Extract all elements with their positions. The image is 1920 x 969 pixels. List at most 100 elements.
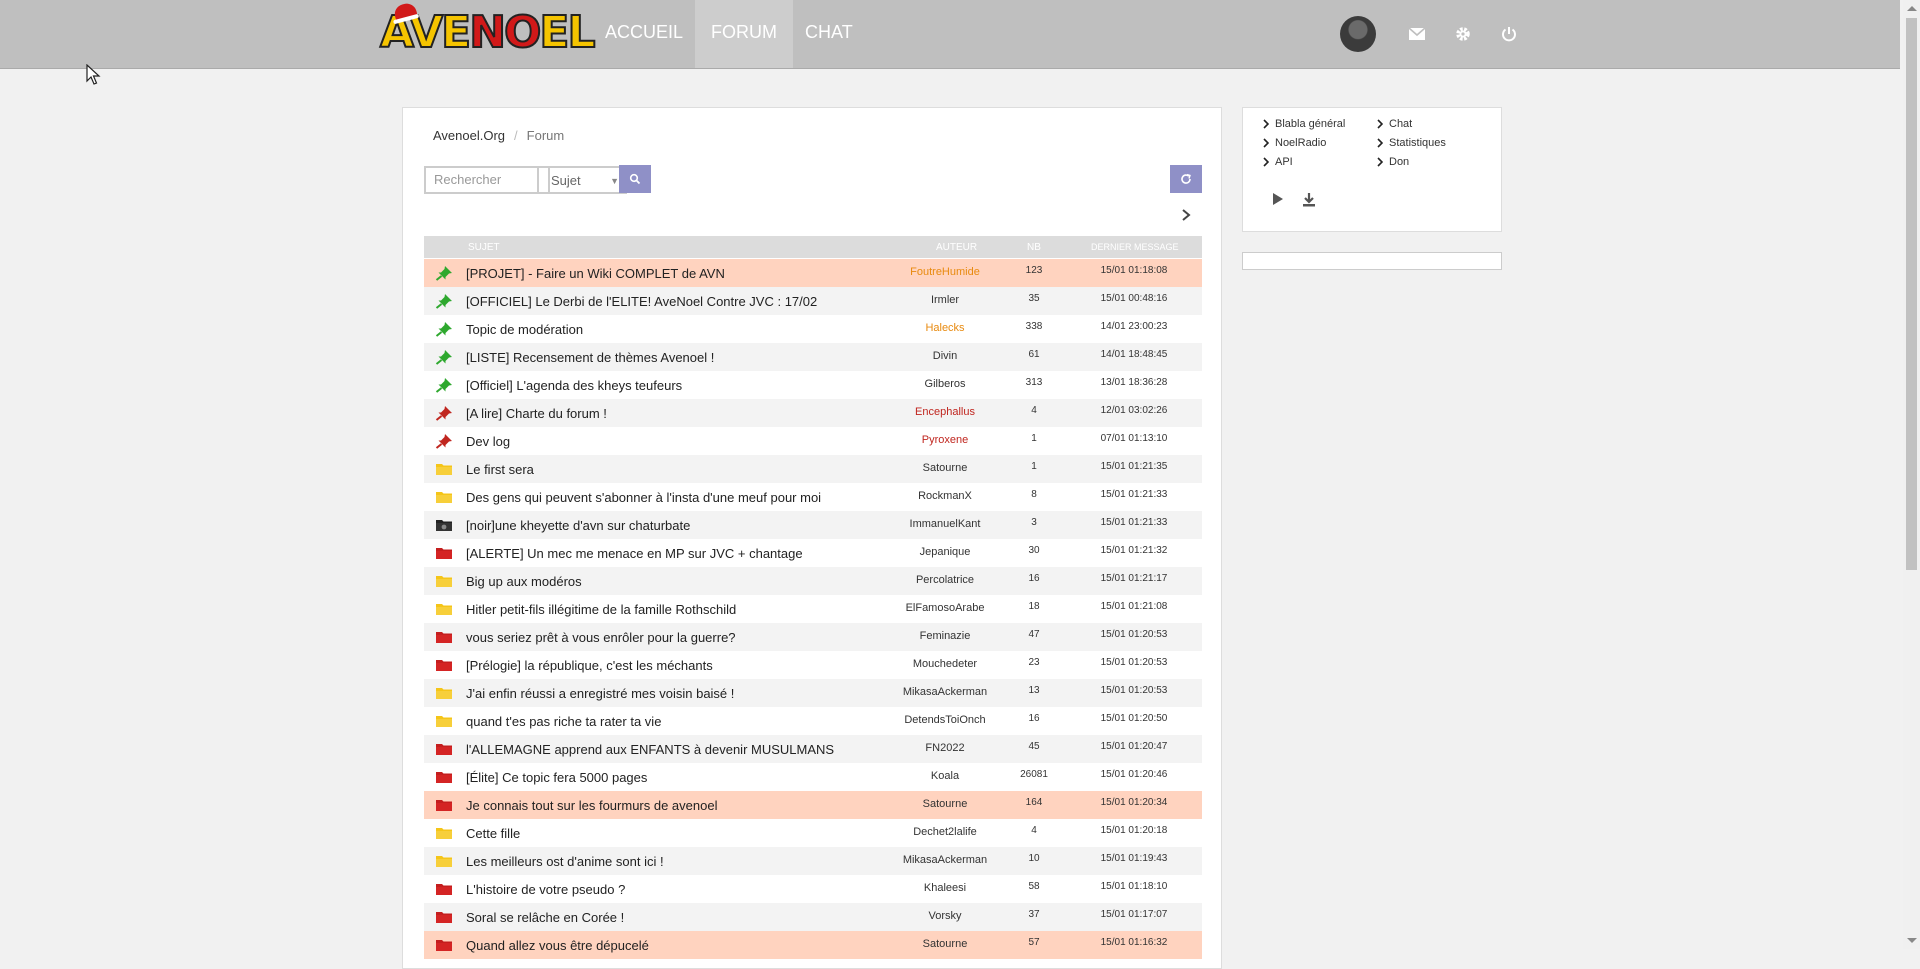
table-row[interactable]: Dev log Pyroxene 1 07/01 01:13:10 (424, 427, 1202, 455)
topic-author[interactable]: Satourne (876, 798, 1014, 810)
topic-author[interactable]: DetendsToiOnch (876, 714, 1014, 726)
topic-author[interactable]: Irmler (876, 294, 1014, 306)
topic-author[interactable]: Feminazie (876, 630, 1014, 642)
table-row[interactable]: [Officiel] L'agenda des kheys teufeurs Gi… (424, 371, 1202, 399)
topic-last-message[interactable]: 15/01 01:21:33 (1079, 489, 1189, 500)
topic-last-message[interactable]: 15/01 01:20:50 (1079, 713, 1189, 724)
topic-author[interactable]: Satourne (876, 938, 1014, 950)
topic-title[interactable]: Des gens qui peuvent s'abonner à l'insta… (466, 490, 821, 505)
header-subject[interactable]: SUJET (468, 242, 500, 253)
table-row[interactable]: [PROJET] - Faire un Wiki COMPLET de AVN F… (424, 259, 1202, 287)
table-row[interactable]: Topic de modération Halecks 338 14/01 23:00… (424, 315, 1202, 343)
topic-title[interactable]: Les meilleurs ost d'anime sont ici ! (466, 854, 664, 869)
breadcrumb-home[interactable]: Avenoel.Org (433, 128, 505, 143)
next-page-icon[interactable] (1179, 208, 1193, 222)
topic-author[interactable]: Khaleesi (876, 882, 1014, 894)
table-row[interactable]: vous seriez prêt à vous enrôler pour la … (424, 623, 1202, 651)
topic-title[interactable]: quand t'es pas riche ta rater ta vie (466, 714, 661, 729)
topic-last-message[interactable]: 15/01 01:17:07 (1079, 909, 1189, 920)
table-row[interactable]: [A lire] Charte du forum ! Encephallus 4 12… (424, 399, 1202, 427)
topic-title[interactable]: Topic de modération (466, 322, 583, 337)
topic-author[interactable]: FoutreHumide (876, 266, 1014, 278)
table-row[interactable]: Big up aux modéros Percolatrice 16 15/01 01… (424, 567, 1202, 595)
table-row[interactable]: Je connais tout sur les fourmurs de aven… (424, 791, 1202, 819)
refresh-button[interactable] (1170, 165, 1202, 193)
side-link-chat[interactable]: Chat (1377, 118, 1412, 130)
table-row[interactable]: Cette fille Dechet2lalife 4 15/01 01:20:18 (424, 819, 1202, 847)
scroll-up-icon[interactable] (1907, 6, 1917, 11)
topic-title[interactable]: l'ALLEMAGNE apprend aux ENFANTS à deveni… (466, 742, 834, 757)
topic-author[interactable]: Gilberos (876, 378, 1014, 390)
table-row[interactable]: [Prélogie] la république, c'est les méch… (424, 651, 1202, 679)
power-icon[interactable] (1498, 23, 1520, 45)
topic-last-message[interactable]: 15/01 01:18:10 (1079, 881, 1189, 892)
topic-author[interactable]: ElFamosoArabe (876, 602, 1014, 614)
topic-title[interactable]: [Prélogie] la république, c'est les méch… (466, 658, 713, 673)
side-link-don[interactable]: Don (1377, 156, 1409, 168)
topic-title[interactable]: [noir]une kheyette d'avn sur chaturbate (466, 518, 690, 533)
search-button[interactable] (619, 165, 651, 193)
table-row[interactable]: Les meilleurs ost d'anime sont ici ! Mika… (424, 847, 1202, 875)
side-link-blabla[interactable]: Blabla général (1263, 118, 1345, 130)
scroll-thumb[interactable] (1906, 18, 1917, 570)
topic-title[interactable]: [ALERTE] Un mec me menace en MP sur JVC … (466, 546, 803, 561)
topic-last-message[interactable]: 14/01 18:48:45 (1079, 349, 1189, 360)
topic-title[interactable]: [PROJET] - Faire un Wiki COMPLET de AVN (466, 266, 725, 281)
topic-author[interactable]: Vorsky (876, 910, 1014, 922)
topic-last-message[interactable]: 15/01 01:21:33 (1079, 517, 1189, 528)
mail-icon[interactable] (1406, 23, 1428, 45)
table-row[interactable]: [OFFICIEL] Le Derbi de l'ELITE! AveNoel … (424, 287, 1202, 315)
page-scrollbar[interactable] (1903, 0, 1920, 949)
topic-last-message[interactable]: 13/01 18:36:28 (1079, 377, 1189, 388)
table-row[interactable]: [noir]une kheyette d'avn sur chaturbate I… (424, 511, 1202, 539)
table-row[interactable]: Des gens qui peuvent s'abonner à l'insta… (424, 483, 1202, 511)
topic-author[interactable]: Divin (876, 350, 1014, 362)
side-link-noelradio[interactable]: NoelRadio (1263, 137, 1326, 149)
topic-title[interactable]: L'histoire de votre pseudo ? (466, 882, 625, 897)
table-row[interactable]: Soral se relâche en Corée ! Vorsky 37 15/01… (424, 903, 1202, 931)
topic-last-message[interactable]: 15/01 01:20:18 (1079, 825, 1189, 836)
side-link-api[interactable]: API (1263, 156, 1293, 168)
search-input[interactable]: Rechercher (424, 166, 550, 194)
table-row[interactable]: l'ALLEMAGNE apprend aux ENFANTS à deveni… (424, 735, 1202, 763)
nav-accueil[interactable]: ACCUEIL (593, 0, 695, 68)
topic-title[interactable]: Hitler petit-fils illégitime de la famil… (466, 602, 736, 617)
nav-chat[interactable]: CHAT (793, 0, 865, 68)
header-last-message[interactable]: DERNIER MESSAGE (1091, 242, 1179, 252)
topic-author[interactable]: MikasaAckerman (876, 686, 1014, 698)
table-row[interactable]: Hitler petit-fils illégitime de la famil… (424, 595, 1202, 623)
topic-last-message[interactable]: 12/01 03:02:26 (1079, 405, 1189, 416)
topic-last-message[interactable]: 15/01 01:19:43 (1079, 853, 1189, 864)
topic-author[interactable]: Satourne (876, 462, 1014, 474)
nav-forum[interactable]: FORUM (695, 0, 794, 68)
table-row[interactable]: [LISTE] Recensement de thèmes Avenoel ! D… (424, 343, 1202, 371)
scroll-down-icon[interactable] (1907, 938, 1917, 943)
topic-title[interactable]: [LISTE] Recensement de thèmes Avenoel ! (466, 350, 714, 365)
topic-title[interactable]: Cette fille (466, 826, 520, 841)
topic-author[interactable]: Pyroxene (876, 434, 1014, 446)
topic-last-message[interactable]: 15/01 01:20:53 (1079, 685, 1189, 696)
table-row[interactable]: Le first sera Satourne 1 15/01 01:21:35 (424, 455, 1202, 483)
topic-last-message[interactable]: 15/01 01:16:32 (1079, 937, 1189, 948)
download-icon[interactable] (1301, 192, 1317, 208)
logo[interactable]: AVENOEL (379, 1, 597, 57)
header-author[interactable]: AUTEUR (936, 242, 977, 253)
topic-author[interactable]: Mouchedeter (876, 658, 1014, 670)
topic-last-message[interactable]: 15/01 00:48:16 (1079, 293, 1189, 304)
search-type-select[interactable]: Sujet ▼ (537, 166, 627, 194)
topic-last-message[interactable]: 15/01 01:18:08 (1079, 265, 1189, 276)
topic-last-message[interactable]: 15/01 01:20:46 (1079, 769, 1189, 780)
table-row[interactable]: [ALERTE] Un mec me menace en MP sur JVC … (424, 539, 1202, 567)
topic-author[interactable]: FN2022 (876, 742, 1014, 754)
topic-last-message[interactable]: 15/01 01:20:53 (1079, 629, 1189, 640)
topic-author[interactable]: Percolatrice (876, 574, 1014, 586)
header-nb[interactable]: NB (1027, 242, 1041, 253)
play-icon[interactable] (1271, 192, 1285, 206)
topic-title[interactable]: J'ai enfin réussi a enregistré mes voisi… (466, 686, 734, 701)
topic-last-message[interactable]: 15/01 01:20:47 (1079, 741, 1189, 752)
topic-last-message[interactable]: 14/01 23:00:23 (1079, 321, 1189, 332)
topic-author[interactable]: Dechet2lalife (876, 826, 1014, 838)
topic-last-message[interactable]: 07/01 01:13:10 (1079, 433, 1189, 444)
topic-title[interactable]: [Élite] Ce topic fera 5000 pages (466, 770, 647, 785)
table-row[interactable]: Quand allez vous être dépucelé Satourne 57… (424, 931, 1202, 959)
